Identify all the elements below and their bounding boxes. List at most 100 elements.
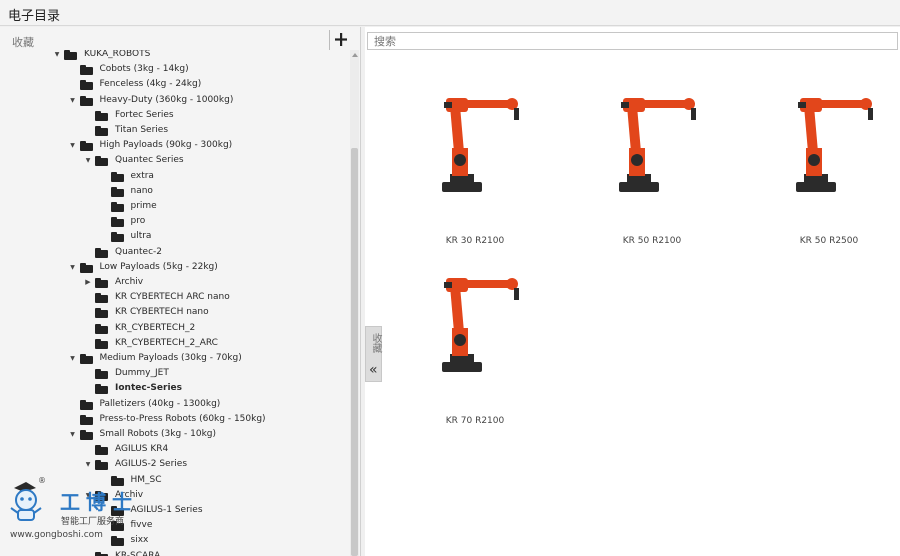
tree-item[interactable]: ▼ Heavy-Duty (360kg - 1000kg) xyxy=(68,93,350,108)
double-chevron-left-icon: « xyxy=(369,362,378,378)
tree-item-label: Quantec-2 xyxy=(115,246,162,257)
folder-icon xyxy=(95,384,108,395)
tree-item-label: Dummy_JET xyxy=(115,368,169,379)
tree-item-label: Cobots (3kg - 14kg) xyxy=(99,64,189,75)
tree-item[interactable]: KR_CYBERTECH_2 xyxy=(83,321,349,336)
tree-item[interactable]: Cobots (3kg - 14kg) xyxy=(68,62,350,77)
tree-item[interactable]: ▼ AGILUS-2 Series xyxy=(83,457,349,472)
expand-arrow-icon[interactable]: ▼ xyxy=(68,260,78,275)
tree-item[interactable]: KR CYBERTECH nano xyxy=(83,305,349,320)
tree-item[interactable]: prime xyxy=(99,199,350,214)
tree-item-label: KUKA_ROBOTS xyxy=(84,50,151,59)
expand-arrow-icon[interactable]: ▼ xyxy=(68,427,78,442)
expand-arrow-icon[interactable]: ▼ xyxy=(83,153,93,168)
catalog-window: 电子目录 收藏 ▼ KUKA_ROBOTS Cobots (3kg - 14kg) F… xyxy=(0,0,900,556)
tree-item-label: Iontec-Series xyxy=(115,383,182,394)
tree-item[interactable]: ▶ Archiv xyxy=(83,275,349,290)
expand-arrow-icon[interactable]: ▼ xyxy=(68,93,78,108)
folder-icon xyxy=(95,156,108,167)
tree-item[interactable]: ▼ Low Payloads (5kg - 22kg) xyxy=(68,260,350,275)
folder-icon xyxy=(95,323,108,334)
tree-item[interactable]: Fenceless (4kg - 24kg) xyxy=(68,77,350,92)
tree-item[interactable]: Dummy_JET xyxy=(83,366,349,381)
folder-icon xyxy=(79,399,93,410)
product-card[interactable]: KR 50 R2100 xyxy=(577,90,727,250)
expand-arrow-icon[interactable]: ▼ xyxy=(83,457,93,472)
title-bar: 电子目录 xyxy=(0,0,900,26)
watermark: ® 工博士 智能工厂服务商 www.gongboshi.com xyxy=(8,474,188,554)
tree-item[interactable]: ▼ High Payloads (90kg - 300kg) xyxy=(68,138,350,153)
tree-item[interactable]: Titan Series xyxy=(83,123,349,138)
collapse-arrow-icon[interactable]: ▶ xyxy=(83,275,93,290)
folder-icon xyxy=(95,308,108,319)
folder-icon xyxy=(79,354,93,364)
tree-item[interactable]: nano xyxy=(99,184,350,199)
favorites-label: 收藏 xyxy=(12,36,34,49)
expand-arrow-icon[interactable]: ▼ xyxy=(68,351,78,366)
tree-item-label: Fenceless (4kg - 24kg) xyxy=(99,79,202,90)
tree-item-label: KR_CYBERTECH_2 xyxy=(115,322,196,333)
tree-item[interactable]: ▼ KUKA_ROBOTS xyxy=(52,50,349,62)
product-card[interactable]: KR 50 R2500 xyxy=(754,90,900,250)
tree-item-label: AGILUS-2 Series xyxy=(115,459,188,470)
tree-item[interactable]: ▼ Quantec Series xyxy=(83,153,349,168)
tree-item[interactable]: ▼ Medium Payloads (30kg - 70kg) xyxy=(68,351,350,366)
tree-item[interactable]: ultra xyxy=(99,229,350,244)
folder-icon xyxy=(110,217,124,228)
folder-icon xyxy=(95,293,108,304)
tree-item[interactable]: pro xyxy=(99,214,350,229)
tree-item-label: High Payloads (90kg - 300kg) xyxy=(99,140,233,151)
folder-icon xyxy=(95,460,108,471)
add-favorite-button[interactable] xyxy=(329,30,349,50)
folder-icon xyxy=(79,95,93,106)
tree-item-label: AGILUS KR4 xyxy=(115,444,169,455)
folder-icon xyxy=(110,202,124,212)
product-card[interactable]: KR 30 R2100 xyxy=(400,90,550,250)
product-card[interactable]: KR 70 R2100 xyxy=(400,270,550,430)
search-input[interactable] xyxy=(367,32,898,50)
robot-arm-image xyxy=(442,278,519,372)
tree-item[interactable]: extra xyxy=(99,169,350,184)
tree-item[interactable]: Palletizers (40kg - 1300kg) xyxy=(68,397,350,412)
tree-item[interactable]: AGILUS KR4 xyxy=(83,442,349,457)
tree-scrollbar[interactable] xyxy=(350,50,359,556)
folder-icon xyxy=(110,232,124,243)
registered-mark: ® xyxy=(38,476,46,485)
favorites-collapse-tab[interactable]: 收藏 « xyxy=(365,326,382,382)
tree-item-label: ultra xyxy=(130,231,152,242)
tree-item[interactable]: Quantec-2 xyxy=(83,245,349,260)
watermark-subtitle: 智能工厂服务商 xyxy=(61,517,125,527)
tree-item-label: KR_CYBERTECH_2_ARC xyxy=(115,337,218,348)
expand-arrow-icon[interactable]: ▼ xyxy=(52,50,62,62)
window-title: 电子目录 xyxy=(8,9,61,24)
tree-item[interactable]: Iontec-Series xyxy=(83,381,349,396)
watermark-url: www.gongboshi.com xyxy=(10,530,103,540)
folder-icon xyxy=(95,110,108,121)
mascot-robot-icon xyxy=(10,482,42,521)
scroll-up-arrow-icon[interactable] xyxy=(352,53,358,57)
tree-item-label: extra xyxy=(130,170,154,181)
expand-arrow-icon[interactable]: ▼ xyxy=(68,138,78,153)
folder-icon xyxy=(79,141,93,152)
tree-item[interactable]: ▼ Small Robots (3kg - 10kg) xyxy=(68,427,350,442)
tree-item[interactable]: KR_CYBERTECH_2_ARC xyxy=(83,336,349,351)
tree-item-label: KR CYBERTECH nano xyxy=(115,307,209,318)
folder-icon xyxy=(95,445,108,456)
scroll-thumb[interactable] xyxy=(351,148,358,556)
tree-item[interactable]: Press-to-Press Robots (60kg - 150kg) xyxy=(68,412,350,427)
tree-item-label: pro xyxy=(130,216,146,227)
tree-item-label: Quantec Series xyxy=(115,155,184,166)
tree-item[interactable]: KR CYBERTECH ARC nano xyxy=(83,290,349,305)
robot-arm-image xyxy=(442,98,519,192)
tree-item[interactable]: Fortec Series xyxy=(83,108,349,123)
tree-item-label: KR CYBERTECH ARC nano xyxy=(115,292,230,303)
